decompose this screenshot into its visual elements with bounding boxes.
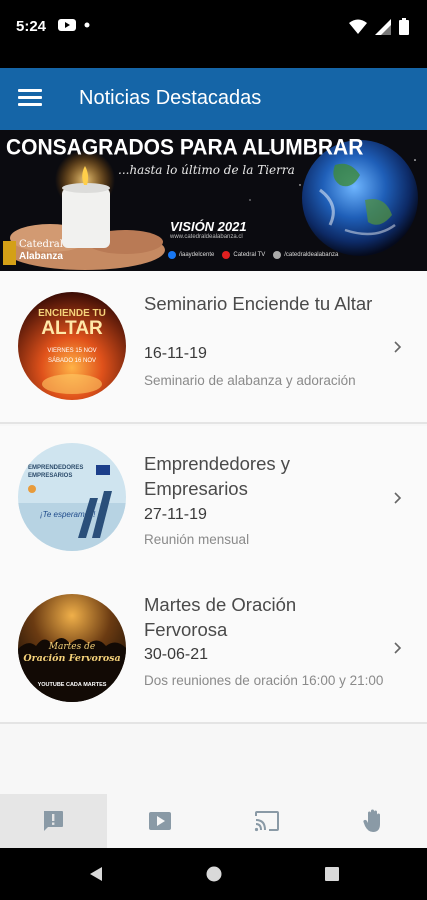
banner-subtitle: ...hasta lo último de la Tierra xyxy=(118,163,295,177)
tab-news[interactable] xyxy=(0,794,107,848)
chevron-right-icon xyxy=(394,642,402,654)
status-bar: 5:24 xyxy=(0,0,427,68)
banner-vision: VISIÓN 2021 xyxy=(170,219,247,234)
news-description: Seminario de alabanza y adoración xyxy=(144,373,356,388)
bottom-navigation xyxy=(0,794,427,848)
news-list: ENCIENDE TU ALTAR VIERNES 15 NOV SÁBADO … xyxy=(0,271,427,794)
tab-prayer[interactable] xyxy=(320,794,427,848)
social-youtube: Catedral TV xyxy=(222,251,265,259)
header-banner: CONSAGRADOS PARA ALUMBRAR ...hasta lo úl… xyxy=(0,130,427,271)
raised-hand-icon xyxy=(363,809,380,832)
banner-social-links: /iaaydelcente Catedral TV /catedraldeala… xyxy=(168,251,338,259)
recents-icon[interactable] xyxy=(323,865,341,883)
svg-text:EMPRESARIOS: EMPRESARIOS xyxy=(28,473,72,479)
svg-text:VIERNES 15 NOV: VIERNES 15 NOV xyxy=(47,348,96,354)
news-date: 30-06-21 xyxy=(144,646,209,663)
social-facebook: /iaaydelcente xyxy=(168,251,214,259)
hamburger-menu-icon[interactable] xyxy=(16,86,44,112)
status-time: 5:24 xyxy=(16,18,47,35)
back-icon[interactable] xyxy=(87,865,105,883)
news-title: Emprendedores y Empresarios xyxy=(144,453,291,499)
news-thumbnail: Martes de Oración Fervorosa YOUTUBE CADA… xyxy=(18,594,126,702)
tab-videos[interactable] xyxy=(107,794,214,848)
news-alert-icon xyxy=(44,811,64,831)
social-instagram: /catedraldealabanza xyxy=(273,251,338,259)
notification-dot-icon xyxy=(84,22,90,28)
system-navigation-bar xyxy=(0,848,427,900)
tab-cast[interactable] xyxy=(214,794,321,848)
svg-text:ALTAR: ALTAR xyxy=(41,318,103,339)
svg-text:YOUTUBE CADA MARTES: YOUTUBE CADA MARTES xyxy=(38,682,107,688)
news-thumbnail: ENCIENDE TU ALTAR VIERNES 15 NOV SÁBADO … xyxy=(18,292,126,400)
svg-text:Oración Fervorosa: Oración Fervorosa xyxy=(23,653,120,664)
cast-icon xyxy=(254,811,279,832)
news-item-martes-oracion[interactable]: Martes de Oración Fervorosa YOUTUBE CADA… xyxy=(0,571,427,724)
wifi-icon xyxy=(349,19,367,34)
svg-text:EMPRENDEDORES: EMPRENDEDORES xyxy=(28,465,83,471)
news-date: 27-11-19 xyxy=(144,506,207,523)
svg-text:Martes de: Martes de xyxy=(48,642,95,652)
signal-icon xyxy=(375,18,391,35)
news-description: Dos reuniones de oración 16:00 y 21:00 xyxy=(144,673,384,688)
news-title: Martes de Oración Fervorosa xyxy=(144,594,297,640)
news-item-emprendedores[interactable]: EMPRENDEDORES EMPRESARIOS ¡Te esperamos!… xyxy=(0,426,427,579)
church-logo: Catedral Alabanza xyxy=(3,239,63,269)
home-icon[interactable] xyxy=(205,865,223,883)
app-bar: Noticias Destacadas xyxy=(0,68,427,130)
news-title: Seminario Enciende tu Altar xyxy=(144,293,373,314)
banner-url: www.catedraldealabanza.cl xyxy=(170,234,243,240)
facebook-icon xyxy=(168,251,176,259)
battery-icon xyxy=(399,18,409,35)
page-title: Noticias Destacadas xyxy=(79,87,262,109)
youtube-icon xyxy=(58,19,76,31)
instagram-icon xyxy=(273,251,282,259)
video-play-icon xyxy=(149,812,172,830)
svg-text:SÁBADO 16 NOV: SÁBADO 16 NOV xyxy=(48,357,96,364)
news-item-seminario[interactable]: ENCIENDE TU ALTAR VIERNES 15 NOV SÁBADO … xyxy=(0,271,427,424)
banner-title: CONSAGRADOS PARA ALUMBRAR xyxy=(6,135,364,160)
youtube-icon xyxy=(222,251,231,259)
chevron-right-icon xyxy=(394,492,402,504)
news-thumbnail: EMPRENDEDORES EMPRESARIOS ¡Te esperamos! xyxy=(18,443,126,551)
news-date: 16-11-19 xyxy=(144,345,207,362)
news-description: Reunión mensual xyxy=(144,532,250,547)
chevron-right-icon xyxy=(394,341,402,353)
